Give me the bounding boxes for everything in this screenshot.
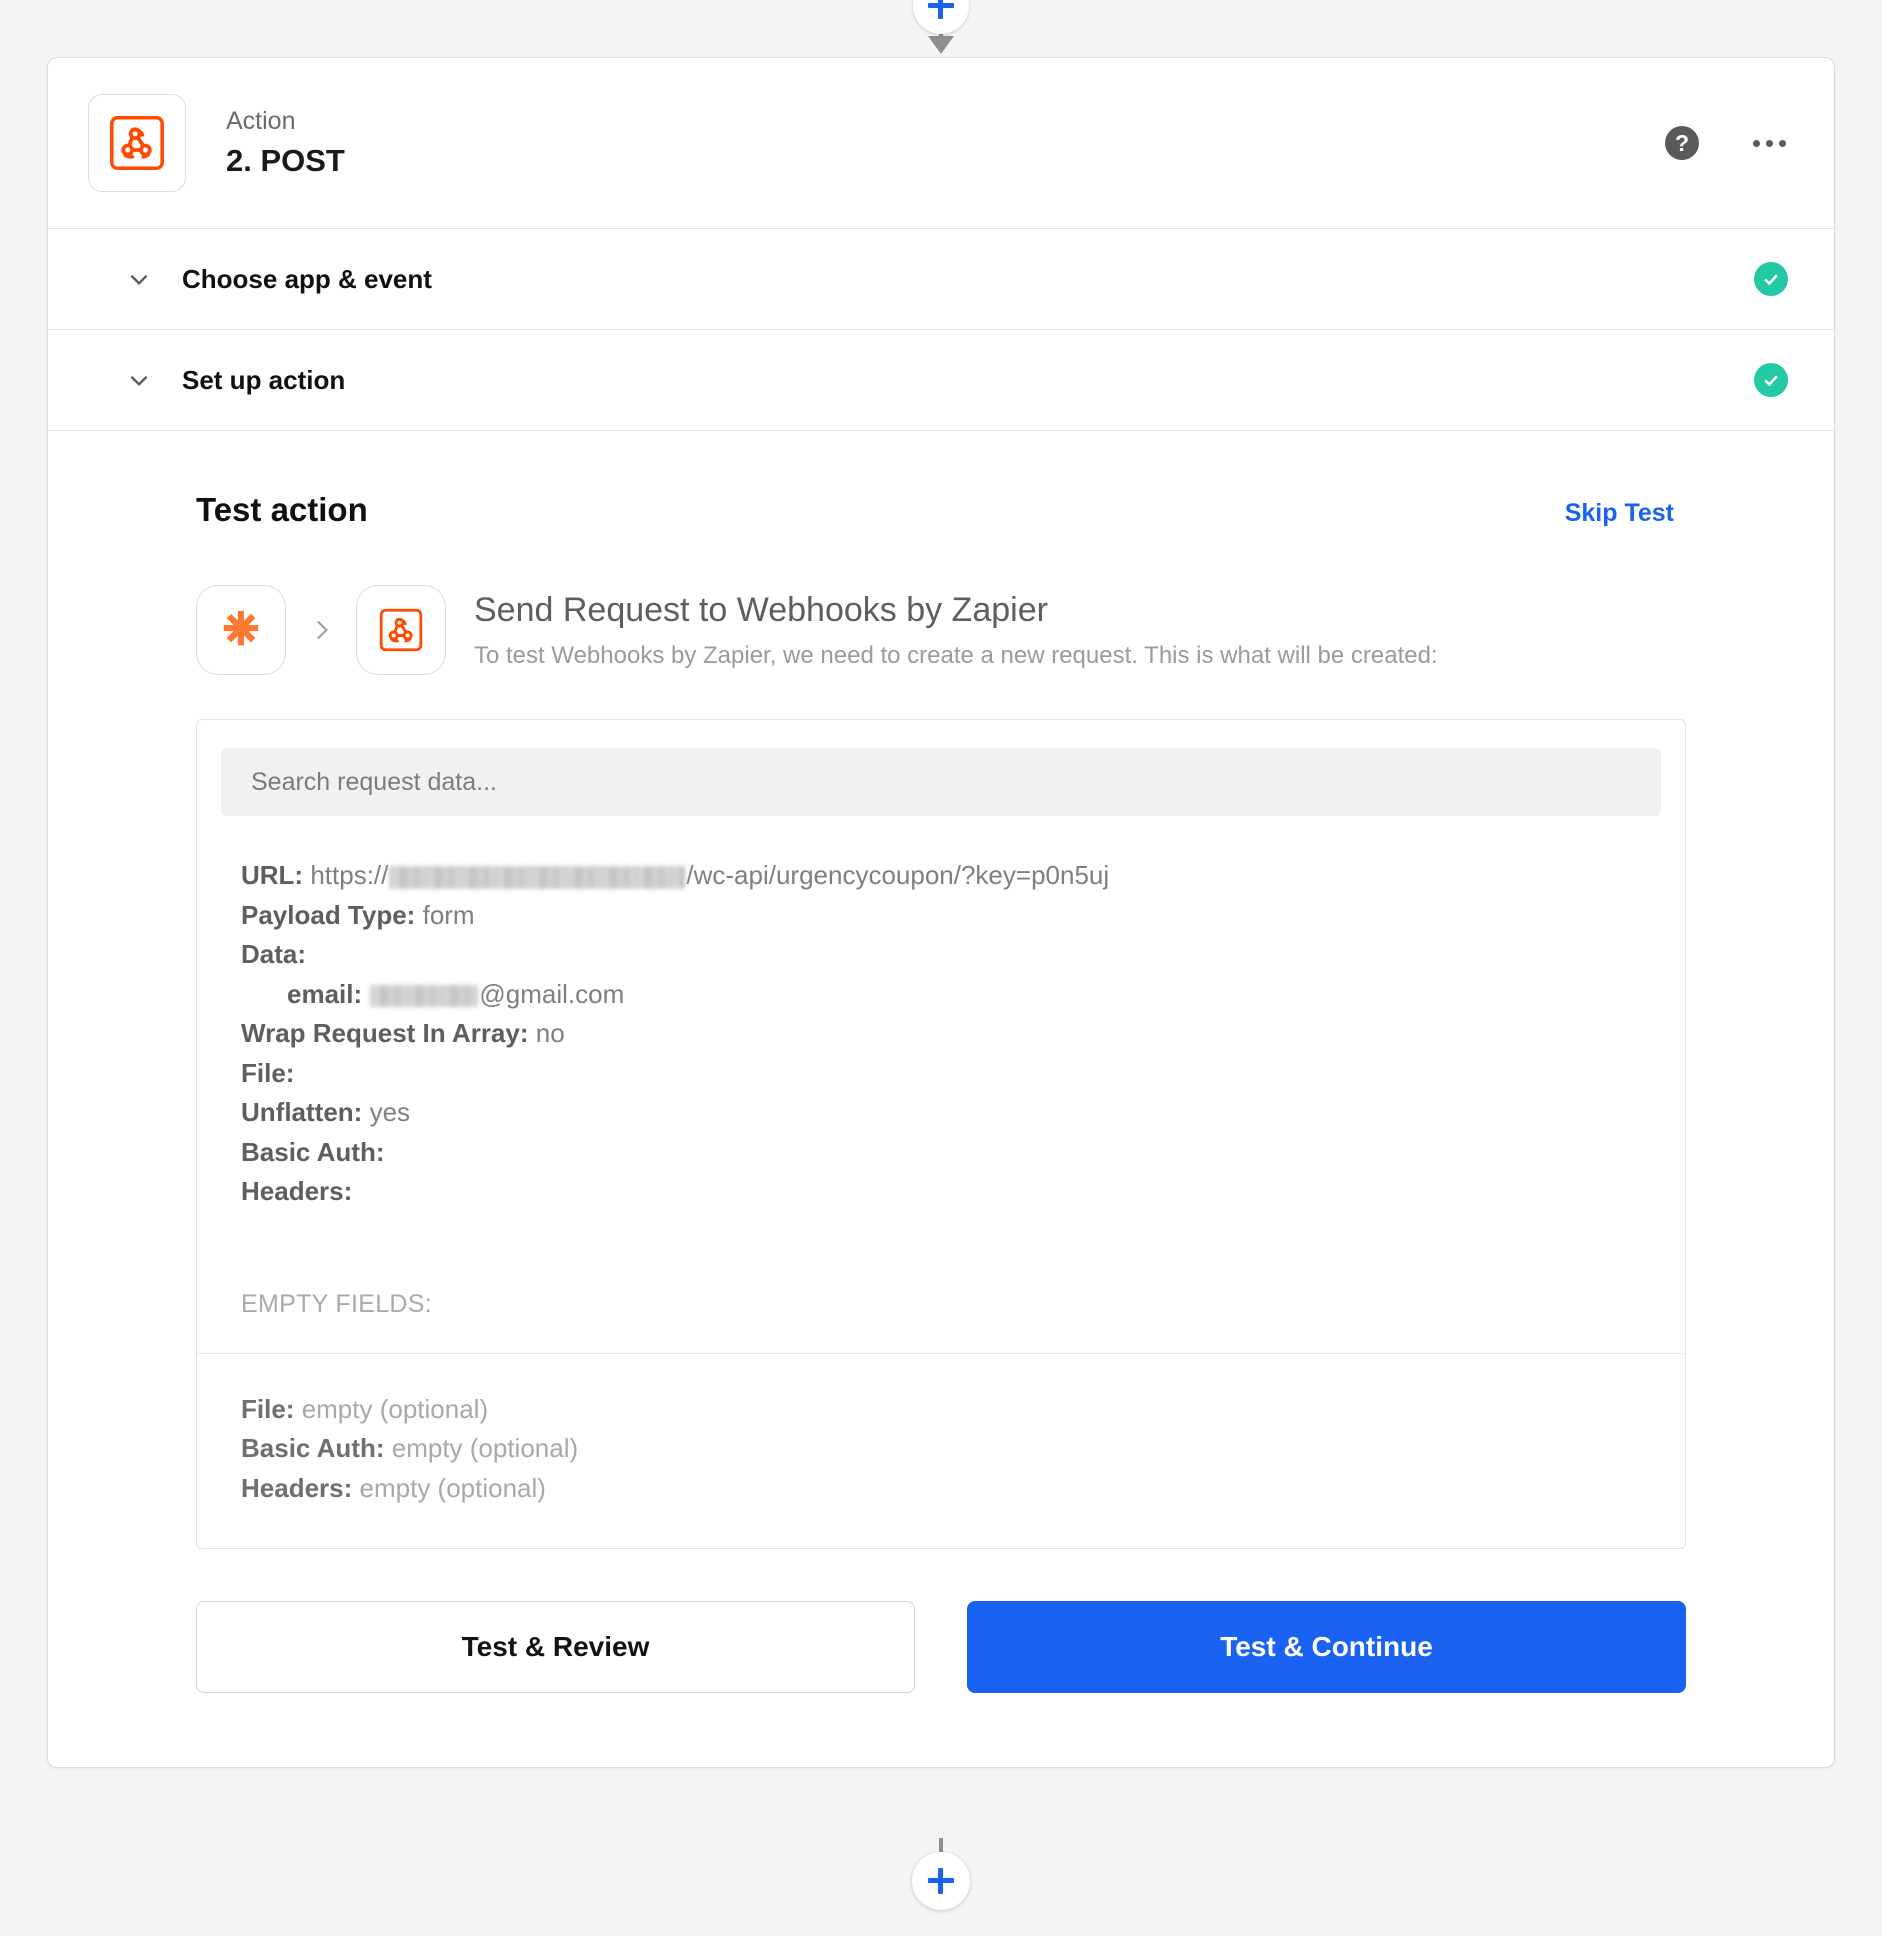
empty-field-key: Headers: <box>241 1472 353 1503</box>
test-action-section: Test action Skip Test Send Request to We… <box>48 431 1834 1767</box>
add-step-button-top[interactable] <box>913 0 969 34</box>
redacted-email <box>370 984 479 1007</box>
search-input[interactable] <box>251 767 1631 797</box>
empty-fields-list: File: empty (optional) Basic Auth: empty… <box>197 1354 1685 1549</box>
more-options-icon[interactable] <box>1751 132 1788 155</box>
plus-icon <box>928 0 954 19</box>
field-url-prefix: https:// <box>310 860 389 890</box>
field-url-key: URL: <box>241 860 304 890</box>
page-title: Test action <box>196 491 368 528</box>
empty-field-value: empty (optional) <box>301 1393 489 1424</box>
help-icon[interactable]: ? <box>1665 126 1699 160</box>
add-step-button-bottom[interactable] <box>912 1852 970 1910</box>
field-headers-key: Headers: <box>241 1176 353 1207</box>
field-wrap-value: no <box>535 1018 565 1049</box>
send-request-title: Send Request to Webhooks by Zapier <box>474 590 1048 629</box>
request-data-panel: URL: https:// /wc-api/urgencycoupon/?key=… <box>196 719 1686 1550</box>
step-header-actions: ? <box>1665 126 1788 160</box>
field-email: email: @gmail.com <box>241 975 1641 1015</box>
step-header[interactable]: Action 2. POST ? <box>48 58 1834 229</box>
field-unflatten-key: Unflatten: <box>241 1097 363 1128</box>
field-email-key: email: <box>287 978 363 1009</box>
field-headers: Headers: <box>241 1172 1641 1212</box>
empty-field-key: Basic Auth: <box>241 1433 385 1464</box>
empty-field-value: empty (optional) <box>359 1472 546 1503</box>
field-wrap-key: Wrap Request In Array: <box>241 1018 529 1049</box>
plus-icon <box>928 1868 954 1894</box>
send-request-text: Send Request to Webhooks by Zapier To te… <box>474 589 1438 672</box>
step-kicker: Action <box>226 106 296 135</box>
skip-test-link[interactable]: Skip Test <box>1565 499 1674 528</box>
field-basic-auth-key: Basic Auth: <box>241 1136 385 1167</box>
field-data: Data: <box>241 935 1641 975</box>
field-wrap-request-in-array: Wrap Request In Array: no <box>241 1014 1641 1054</box>
field-basic-auth: Basic Auth: <box>241 1133 1641 1173</box>
field-unflatten: Unflatten: yes <box>241 1093 1641 1133</box>
empty-field-value: empty (optional) <box>391 1433 579 1464</box>
field-unflatten-value: yes <box>369 1097 411 1128</box>
field-data-key: Data: <box>241 939 307 970</box>
flow-arrow-down-icon <box>928 36 954 54</box>
test-and-continue-button[interactable]: Test & Continue <box>967 1601 1686 1694</box>
chevron-right-icon <box>308 613 334 647</box>
webhooks-icon-tile <box>356 585 446 675</box>
webhooks-icon <box>110 116 164 170</box>
field-payload-type-value: form <box>422 899 475 930</box>
send-request-subtitle: To test Webhooks by Zapier, we need to c… <box>474 642 1438 670</box>
status-badge <box>1754 363 1788 397</box>
test-and-review-button[interactable]: Test & Review <box>196 1601 915 1694</box>
field-payload-type-key: Payload Type: <box>241 899 416 930</box>
zapier-logo-icon <box>223 610 259 646</box>
field-url-suffix: /wc-api/urgencycoupon/?key=p0n5uj <box>686 860 1110 890</box>
step-title: 2. POST <box>226 142 345 178</box>
search-request-data-box[interactable] <box>221 748 1661 816</box>
field-file-key: File: <box>241 1057 295 1088</box>
sidebar-section-choose-app-event[interactable]: Choose app & event <box>48 229 1834 330</box>
redacted-domain <box>389 865 686 889</box>
field-file: File: <box>241 1054 1641 1094</box>
app-icon-tile <box>88 94 186 192</box>
test-action-buttons: Test & Review Test & Continue <box>48 1601 1834 1694</box>
empty-fields-heading: EMPTY FIELDS: <box>241 1289 432 1318</box>
section-label: Choose app & event <box>182 263 432 294</box>
sidebar-section-set-up-action[interactable]: Set up action <box>48 330 1834 431</box>
send-request-row: Send Request to Webhooks by Zapier To te… <box>48 585 1834 675</box>
empty-field-row: Headers: empty (optional) <box>241 1469 1641 1509</box>
action-step-card: Action 2. POST ? Choose app & event Set … <box>47 57 1835 1769</box>
section-label: Set up action <box>182 364 346 395</box>
status-badge <box>1754 262 1788 296</box>
field-payload-type: Payload Type: form <box>241 896 1641 936</box>
zapier-icon-tile <box>196 585 286 675</box>
field-url: URL: https:// /wc-api/urgencycoupon/?key=… <box>241 856 1641 896</box>
request-fields-list: URL: https:// /wc-api/urgencycoupon/?key=… <box>197 816 1685 1246</box>
step-header-text: Action 2. POST <box>226 105 345 181</box>
check-icon <box>1764 274 1778 286</box>
empty-field-row: File: empty (optional) <box>241 1390 1641 1430</box>
empty-field-row: Basic Auth: empty (optional) <box>241 1429 1641 1469</box>
field-email-suffix: @gmail.com <box>479 978 625 1009</box>
chevron-down-icon <box>126 266 152 292</box>
test-action-header: Test action Skip Test <box>48 491 1834 529</box>
chevron-down-icon <box>126 367 152 393</box>
check-icon <box>1764 375 1778 387</box>
empty-field-key: File: <box>241 1393 295 1424</box>
webhooks-icon <box>379 608 423 652</box>
